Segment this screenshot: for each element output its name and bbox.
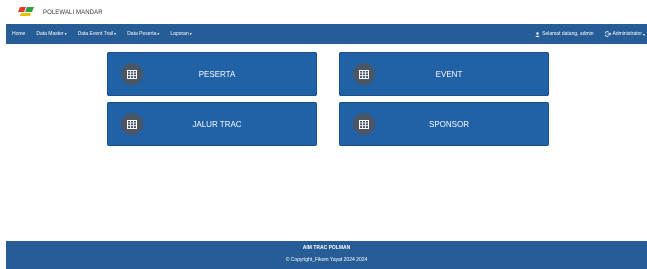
- card-jalur-trac[interactable]: JALUR TRAC: [107, 102, 317, 146]
- chevron-down-icon: ▾: [114, 31, 117, 36]
- nav-data-master-label: Data Master: [36, 31, 64, 37]
- card-label: EVENT: [435, 70, 463, 79]
- chevron-down-icon: ▾: [64, 31, 67, 36]
- nav-home[interactable]: Home: [12, 31, 25, 37]
- chevron-down-icon: ▾: [157, 31, 160, 36]
- nav-left: Home Data Master▾ Data Event Trail▾ Data…: [12, 24, 203, 44]
- nav-data-event-trail-label: Data Event Trail: [77, 31, 114, 37]
- navbar: Home Data Master▾ Data Event Trail▾ Data…: [6, 24, 647, 44]
- user-icon: [535, 31, 540, 37]
- logo-icon[interactable]: [18, 6, 36, 17]
- brand-text: POLEWALI MANDAR: [43, 10, 103, 16]
- nav-data-peserta-label: Data Peserta: [127, 31, 157, 37]
- card-label: PESERTA: [198, 70, 236, 79]
- header: POLEWALI MANDAR: [0, 0, 647, 22]
- card-label: SPONSOR: [428, 120, 469, 129]
- card-label: JALUR TRAC: [192, 120, 242, 129]
- card-event[interactable]: EVENT: [339, 52, 549, 96]
- footer-copyright: © Copyright_Fikom Yayat 2024 2024: [285, 257, 368, 263]
- chevron-down-icon: ▾: [189, 31, 192, 36]
- nav-home-label: Home: [12, 31, 26, 37]
- welcome-text: Selamat datang, admin: [542, 31, 594, 37]
- nav-laporan[interactable]: Laporan▾: [170, 31, 191, 37]
- nav-right: Selamat datang, admin Administrator ▾: [524, 24, 645, 44]
- nav-data-peserta[interactable]: Data Peserta▾: [127, 31, 159, 37]
- chevron-down-icon: ▾: [642, 31, 645, 37]
- nav-laporan-label: Laporan: [170, 31, 189, 37]
- footer-title: AIM TRAC POLMAN: [302, 245, 351, 251]
- card-peserta[interactable]: PESERTA: [107, 52, 317, 96]
- logout-icon: [604, 31, 611, 37]
- welcome-link[interactable]: Selamat datang, admin: [535, 31, 594, 37]
- footer: AIM TRAC POLMAN © Copyright_Fikom Yayat …: [6, 241, 647, 269]
- brand-top-text: [42, 0, 102, 5]
- card-sponsor[interactable]: SPONSOR: [339, 102, 549, 146]
- account-menu[interactable]: Administrator ▾: [604, 31, 645, 37]
- nav-data-master[interactable]: Data Master▾: [36, 31, 66, 37]
- account-label: Administrator: [612, 31, 642, 37]
- nav-data-event-trail[interactable]: Data Event Trail▾: [78, 31, 117, 37]
